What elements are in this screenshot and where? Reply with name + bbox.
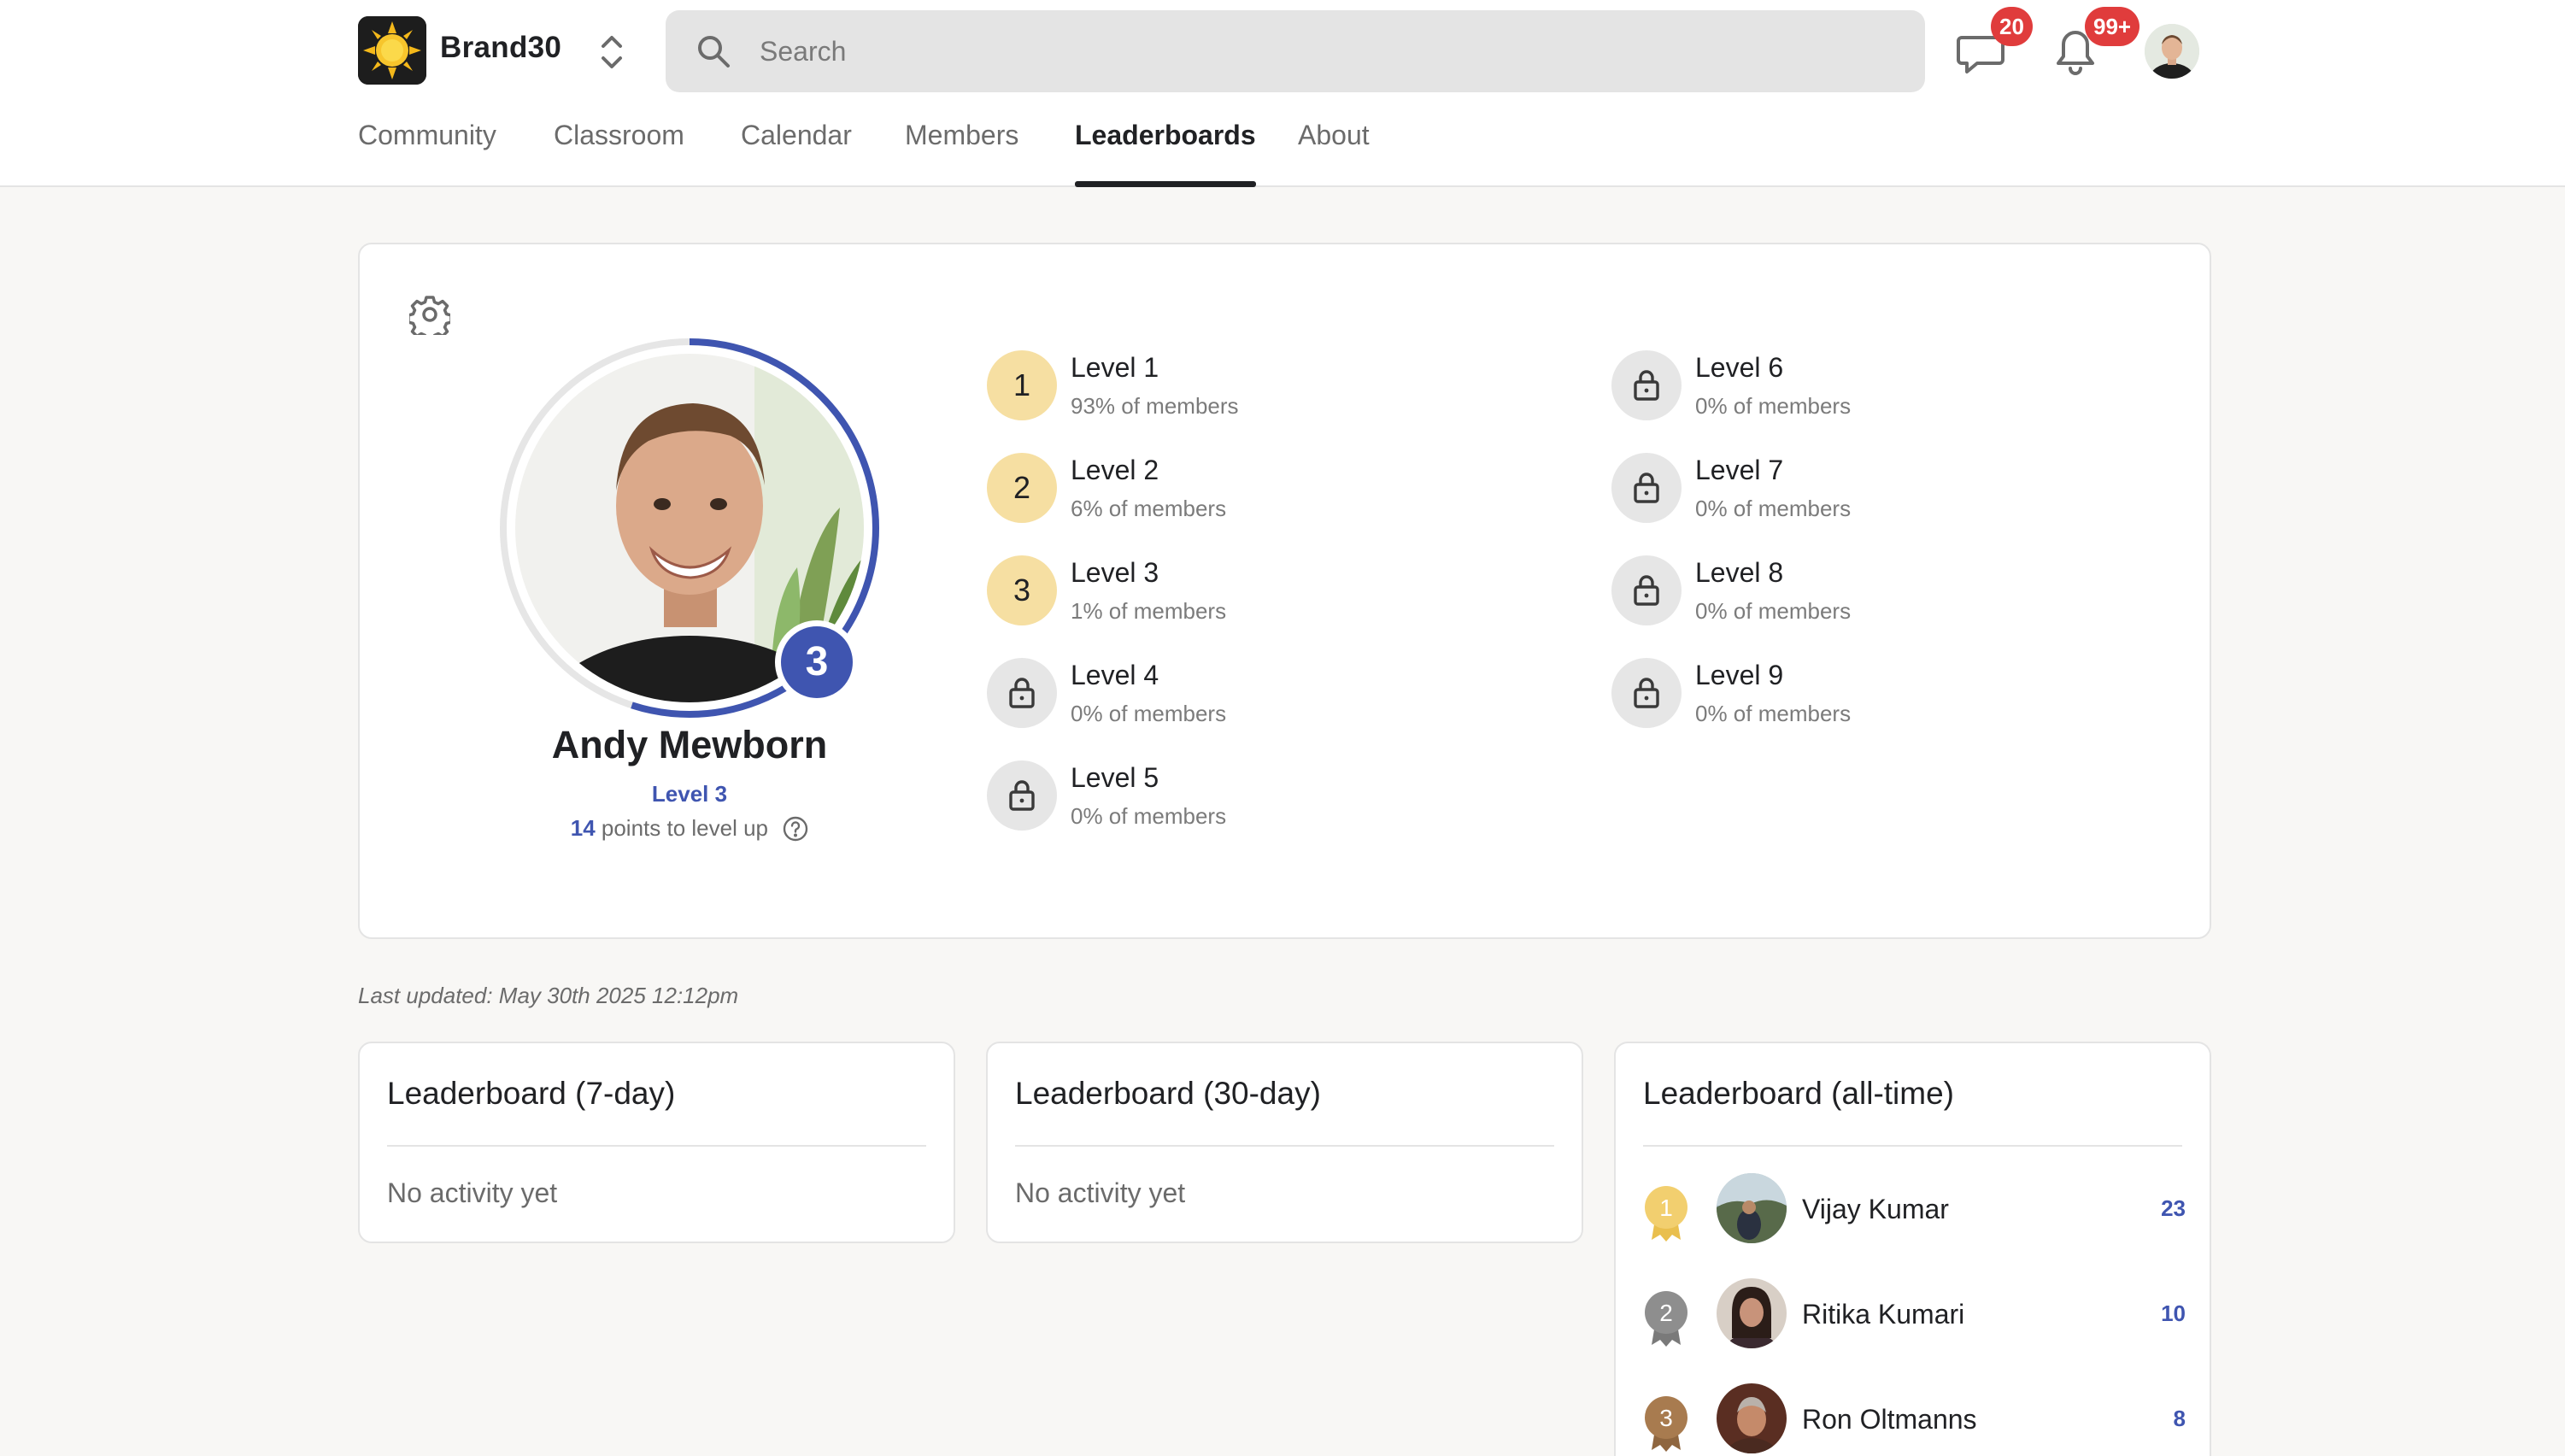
level-item-1: 1 Level 1 93% of members: [987, 350, 1346, 427]
brand-name[interactable]: Brand30: [440, 31, 561, 65]
divider: [1015, 1145, 1554, 1147]
level-member-share: 0% of members: [1695, 598, 1852, 624]
profile-level: Level 3: [651, 781, 728, 807]
level-title: Level 6: [1695, 352, 1784, 383]
level-title: Level 4: [1071, 660, 1159, 690]
top-header: Brand30 20 99+: [0, 0, 2565, 187]
notification-count-badge: 99+: [2085, 7, 2140, 46]
bronze-medal-icon: 3: [1643, 1395, 1689, 1452]
points-to-level-up: 14 points to level up: [498, 815, 881, 842]
search-input[interactable]: [760, 26, 1896, 77]
search-bar[interactable]: [666, 10, 1925, 92]
level-number-badge: 3: [987, 555, 1057, 625]
level-title: Level 7: [1695, 455, 1784, 485]
lock-icon: [987, 760, 1057, 831]
empty-state: No activity yet: [387, 1177, 558, 1208]
gold-medal-icon: 1: [1643, 1185, 1689, 1242]
leaderboard-title: Leaderboard (7-day): [387, 1076, 676, 1111]
level-item-5: Level 5 0% of members: [987, 760, 1346, 837]
tab-community[interactable]: Community: [358, 120, 496, 187]
level-item-9: Level 9 0% of members: [1611, 658, 1970, 735]
level-member-share: 0% of members: [1071, 803, 1227, 829]
level-number-badge: 1: [987, 350, 1057, 420]
tab-members[interactable]: Members: [905, 120, 1018, 187]
lock-icon: [1611, 350, 1682, 420]
leaderboards-page: Brand30 20 99+: [0, 0, 2565, 1456]
level-title: Level 1: [1071, 352, 1159, 383]
rank-number: 1: [1659, 1195, 1673, 1221]
profile-level-badge: 3: [775, 620, 859, 704]
points-value: 14: [570, 815, 596, 841]
level-member-share: 0% of members: [1071, 701, 1227, 726]
level-item-2: 2 Level 2 6% of members: [987, 453, 1346, 530]
search-icon: [698, 36, 730, 68]
leaderboard-all-time: Leaderboard (all-time) 1 Vijay Kumar 23 …: [1614, 1042, 2211, 1456]
level-overview-card: 3 Andy Mewborn Level 3 14 points to leve…: [358, 243, 2211, 939]
help-icon[interactable]: [783, 816, 808, 842]
member-avatar[interactable]: [1717, 1173, 1787, 1243]
level-title: Level 2: [1071, 455, 1159, 485]
lock-icon: [1611, 453, 1682, 523]
leaderboard-row[interactable]: 1 Vijay Kumar 23: [1643, 1173, 2186, 1245]
leaderboard-row[interactable]: 2 Ritika Kumari 10: [1643, 1278, 2186, 1350]
tab-classroom[interactable]: Classroom: [554, 120, 684, 187]
last-updated: Last updated: May 30th 2025 12:12pm: [358, 983, 739, 1008]
level-title: Level 9: [1695, 660, 1784, 690]
brand-switcher-chevron-icon[interactable]: [595, 32, 629, 72]
points-text: points to level up: [601, 815, 769, 841]
level-title: Level 5: [1071, 762, 1159, 793]
level-member-share: 93% of members: [1071, 393, 1239, 419]
user-avatar[interactable]: [2145, 24, 2199, 79]
member-avatar[interactable]: [1717, 1383, 1787, 1453]
member-points: 23: [2161, 1195, 2186, 1221]
level-item-3: 3 Level 3 1% of members: [987, 555, 1346, 632]
member-avatar[interactable]: [1717, 1278, 1787, 1348]
divider: [387, 1145, 926, 1147]
empty-state: No activity yet: [1015, 1177, 1186, 1208]
level-number-badge: 2: [987, 453, 1057, 523]
divider: [1643, 1145, 2182, 1147]
member-points: 10: [2161, 1300, 2186, 1326]
level-member-share: 1% of members: [1071, 598, 1227, 624]
level-item-6: Level 6 0% of members: [1611, 350, 1970, 427]
level-item-8: Level 8 0% of members: [1611, 555, 1970, 632]
leaderboard-row[interactable]: 3 Ron Oltmanns 8: [1643, 1383, 2186, 1455]
level-member-share: 0% of members: [1695, 393, 1852, 419]
member-name[interactable]: Ron Oltmanns: [1802, 1404, 1977, 1435]
lock-icon: [987, 658, 1057, 728]
profile-name[interactable]: Andy Mewborn: [498, 723, 881, 767]
tab-about[interactable]: About: [1298, 120, 1370, 187]
tab-calendar[interactable]: Calendar: [741, 120, 852, 187]
lock-icon: [1611, 658, 1682, 728]
level-item-4: Level 4 0% of members: [987, 658, 1346, 735]
level-item-7: Level 7 0% of members: [1611, 453, 1970, 530]
rank-number: 2: [1659, 1300, 1673, 1326]
leaderboard-title: Leaderboard (30-day): [1015, 1076, 1321, 1111]
level-title: Level 8: [1695, 557, 1784, 588]
lock-icon: [1611, 555, 1682, 625]
level-title: Level 3: [1071, 557, 1159, 588]
level-member-share: 6% of members: [1071, 496, 1227, 521]
level-member-share: 0% of members: [1695, 701, 1852, 726]
member-name[interactable]: Ritika Kumari: [1802, 1299, 1964, 1330]
leaderboard-7-day: Leaderboard (7-day) No activity yet: [358, 1042, 955, 1243]
level-member-share: 0% of members: [1695, 496, 1852, 521]
gear-icon[interactable]: [409, 294, 450, 335]
brand-logo[interactable]: [358, 16, 426, 85]
leaderboard-title: Leaderboard (all-time): [1643, 1076, 1955, 1111]
tab-leaderboards[interactable]: Leaderboards: [1075, 120, 1256, 187]
member-points: 8: [2173, 1406, 2186, 1431]
rank-number: 3: [1659, 1405, 1673, 1431]
member-name[interactable]: Vijay Kumar: [1802, 1194, 1949, 1225]
silver-medal-icon: 2: [1643, 1290, 1689, 1347]
chat-count-badge: 20: [1991, 7, 2033, 46]
leaderboard-30-day: Leaderboard (30-day) No activity yet: [986, 1042, 1583, 1243]
